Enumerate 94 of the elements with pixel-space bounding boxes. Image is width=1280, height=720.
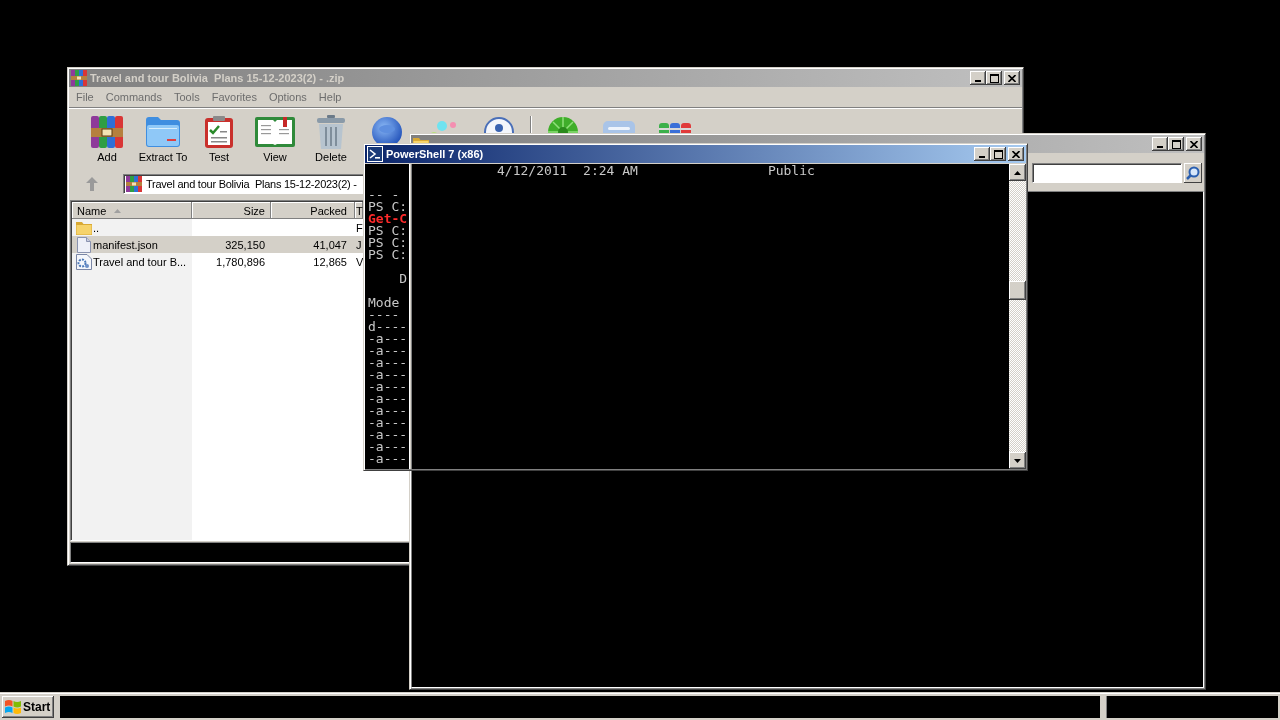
toolbar-button[interactable]: Delete [303,114,359,166]
scrollbar[interactable] [1009,164,1026,469]
console-line: PS C: [368,201,408,213]
search-button[interactable] [1184,163,1202,183]
console-line: -a--- [368,405,408,417]
toolbar-button[interactable]: Extract To [135,114,191,166]
maximize-button[interactable] [1168,137,1184,151]
archive-icon [91,116,123,148]
toolbar-button[interactable]: View [247,114,303,166]
toolbar-button[interactable]: Add [79,114,135,166]
column-header[interactable]: T [355,202,363,219]
column-header[interactable]: Size [192,202,271,219]
file-row[interactable]: .. F [72,219,363,236]
column-header[interactable]: Packed [271,202,355,219]
packed-size: 41,047 [313,238,347,251]
menu-item[interactable]: Commands [99,90,168,105]
console-line: -a--- [368,441,408,453]
console-line: -- - [368,189,400,201]
console-line: Get-C [368,213,408,225]
console-line: -a--- [368,429,408,441]
console-line: -a--- [368,333,408,345]
search-icon [1186,166,1200,180]
minimize-button[interactable] [1152,137,1168,151]
menu-item[interactable]: Favorites [205,90,263,105]
maximize-button[interactable] [990,147,1006,161]
file-name: manifest.json [93,238,158,251]
console-line: PS C: [368,249,408,261]
console-line: -a--- [368,369,408,381]
maximize-icon [1171,139,1181,149]
close-icon [1012,150,1020,158]
folder-icon [146,117,180,147]
console-line: D [399,273,408,285]
minimize-button[interactable] [974,147,990,161]
start-button[interactable]: Start [2,696,54,718]
file-name: .. [93,221,100,234]
file-row[interactable]: Travel and tour B... 1,780,896 12,865 V [72,253,363,270]
maximize-button[interactable] [986,71,1002,85]
close-button[interactable] [1004,71,1020,85]
window-title: PowerShell 7 (x86) [386,148,484,160]
toolbar-button[interactable]: Test [191,114,247,166]
console-line: PS C: [368,237,408,249]
path-text: Travel and tour Bolivia Plans 15-12-2023(2) - [146,178,357,190]
down-arrow-icon [1014,458,1021,463]
file-type: V [356,255,364,268]
close-icon [1190,140,1198,148]
sort-arrow-icon [114,208,122,213]
console-line: -a--- [368,345,408,357]
console-line: -a--- [368,381,408,393]
scroll-down-button[interactable] [1009,452,1026,469]
maximize-icon [993,149,1003,159]
file-size: 325,150 [225,238,265,251]
minimize-button[interactable] [970,71,986,85]
file-row[interactable]: manifest.json 325,150 41,047 J [72,236,363,253]
script-file-icon [76,253,92,270]
menu-item[interactable]: Options [262,90,313,105]
file-type: J [356,238,362,251]
console-line: ---- [368,309,400,321]
console-line: 4/12/2011 2:24 AM [497,165,638,177]
archive-icon [71,70,87,86]
console-line: PS C: [368,225,408,237]
book-icon [255,117,295,147]
file-type: F [356,221,363,234]
menu-item[interactable]: Tools [168,90,206,105]
file-size: 1,780,896 [216,255,265,268]
document-icon [77,236,91,253]
clipboard-check-icon [205,116,233,148]
minimize-icon [975,80,981,82]
close-icon [1008,74,1016,82]
scroll-up-button[interactable] [1009,164,1026,181]
up-arrow-icon [86,177,98,191]
console-line: -a--- [368,357,408,369]
column-header[interactable]: Name [72,202,192,219]
minimize-icon [1157,146,1163,148]
up-arrow-icon [1014,170,1021,175]
window-title: Travel and tour Bolivia Plans 15-12-2023(2) - .zip [90,72,345,84]
folder-icon [76,220,92,235]
console-line: -a--- [368,417,408,429]
terminal-icon [367,146,383,162]
flag-icon [5,699,21,715]
close-button[interactable] [1008,147,1024,161]
file-name: Travel and tour B... [93,255,187,268]
packed-size: 12,865 [313,255,347,268]
search-field[interactable] [1032,163,1182,183]
console-line: d---- [368,321,408,333]
scroll-thumb[interactable] [1009,281,1026,300]
close-button[interactable] [1186,137,1202,151]
console-line: -a--- [368,393,408,405]
maximize-icon [989,73,999,83]
minimize-icon [979,156,985,158]
trash-icon [317,115,345,149]
console-line: Mode [368,297,400,309]
console-line: -a--- [368,453,408,465]
console-line: Public [767,165,815,177]
archive-icon [126,176,142,192]
